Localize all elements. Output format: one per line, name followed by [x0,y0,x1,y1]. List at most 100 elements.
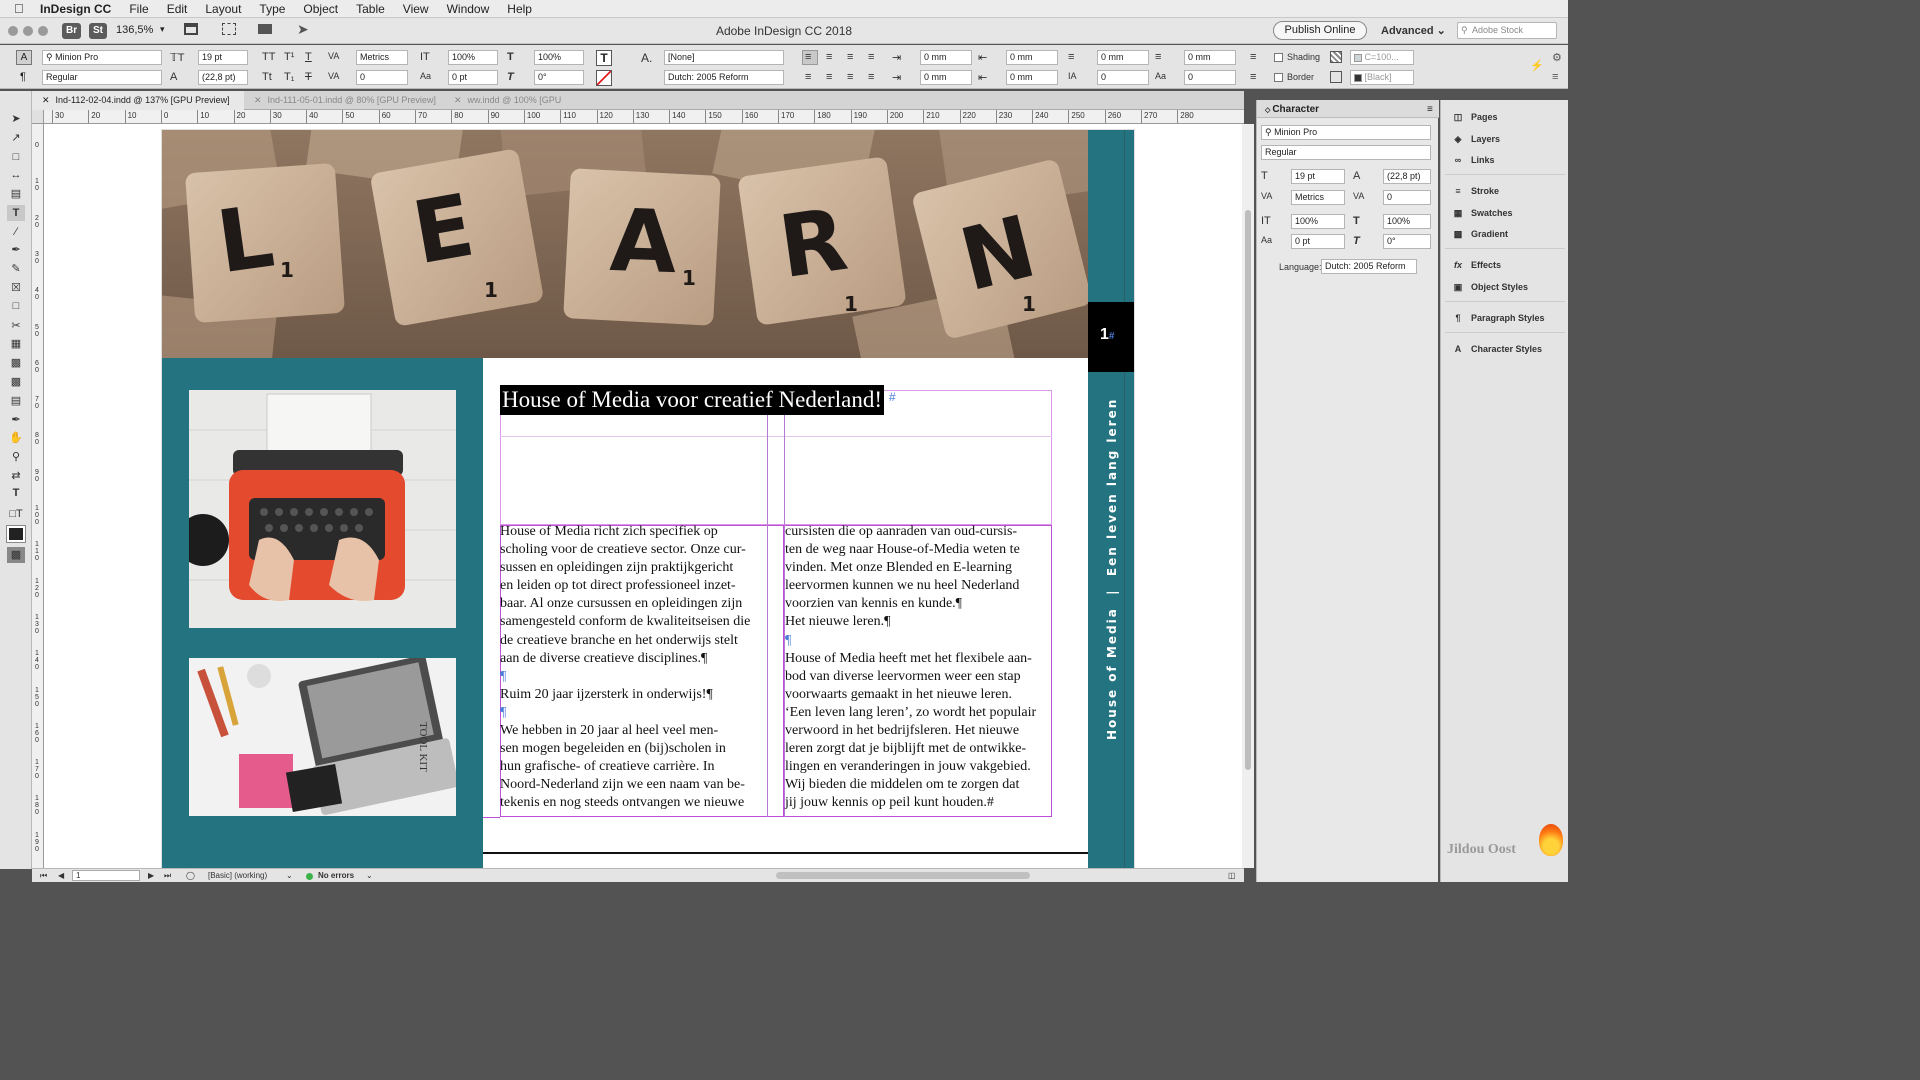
previous-page-icon[interactable]: ◀ [58,869,64,882]
tab-document-3[interactable]: ✕ww.indd @ 100% [GPU Preview] [444,91,594,124]
app-menu[interactable]: InDesign CC [40,2,111,16]
view-options-icon[interactable] [222,23,236,35]
workspace-switcher[interactable]: Advanced ⌄ [1381,18,1446,44]
text-fill-swatch-icon[interactable]: T [596,50,612,66]
close-window-button[interactable] [8,26,18,36]
menu-table[interactable]: Table [356,2,385,16]
heading-selection[interactable]: House of Media voor creatief Nederland! [500,385,884,415]
bridge-button[interactable]: Br [62,23,82,39]
direct-selection-tool-icon[interactable]: ↗ [7,130,25,146]
panel-skew-field[interactable]: 0° [1383,234,1431,249]
justify-all-icon[interactable]: ≡ [868,71,874,83]
justify-center-icon[interactable]: ≡ [826,71,832,83]
gap-tool-icon[interactable]: ↔ [7,167,25,183]
screen-mode-tool-icon[interactable]: ▩ [7,547,25,563]
kerning-field[interactable]: Metrics [356,50,408,65]
gpu-rocket-icon[interactable]: ➤ [297,21,309,38]
baseline-shift-field[interactable]: 0 pt [448,70,498,85]
space-before-field[interactable]: 0 mm [1097,50,1149,65]
skew-field[interactable]: 0° [534,70,584,85]
last-page-icon[interactable]: ⏭ [164,869,171,882]
note-tool-icon[interactable]: ▤ [7,393,25,409]
vertical-scale-field[interactable]: 100% [448,50,498,65]
font-size-field[interactable]: 19 pt [198,50,248,65]
zoom-dropdown-icon[interactable]: ▾ [160,24,165,35]
panel-language-field[interactable]: Dutch: 2005 Reform [1321,259,1417,274]
open-page-icon[interactable]: ◯ [186,869,195,882]
menu-file[interactable]: File [129,2,148,16]
stock-button[interactable]: St [89,23,107,39]
menu-layout[interactable]: Layout [205,2,241,16]
justify-icon[interactable]: ≡ [868,51,874,63]
chevron-down-icon[interactable]: ⌄ [286,869,293,882]
laptop-desk-image[interactable]: TOOL KIT [189,658,456,816]
space-after-field[interactable]: 0 mm [1184,50,1236,65]
panel-font-family-field[interactable]: ⚲ Minion Pro [1261,125,1431,140]
align-right-icon[interactable]: ≡ [847,51,853,63]
border-checkbox[interactable] [1274,73,1283,82]
publish-online-button[interactable]: Publish Online [1273,21,1367,40]
line-tool-icon[interactable]: ∕ [7,224,25,240]
content-collector-icon[interactable]: ▤ [7,186,25,202]
menu-type[interactable]: Type [259,2,285,16]
dock-character-styles[interactable]: A Character Styles [1451,341,1542,357]
vertical-ruler[interactable]: 0 10 20 30 40 50 60 70 80 90 100 110 120 130 140 150 160… [32,124,44,868]
text-stroke-swatch-icon[interactable] [596,70,612,86]
panel-horizontal-scale-field[interactable]: 100% [1383,214,1431,229]
panel-font-style-field[interactable]: Regular [1261,145,1431,160]
fill-swatch-icon[interactable] [6,525,26,543]
page-tool-icon[interactable]: □ [7,149,25,165]
first-line-indent-field[interactable]: 0 mm [920,70,972,85]
superscript-icon[interactable]: T¹ [284,51,294,63]
subscript-icon[interactable]: T₁ [284,71,294,83]
rectangle-tool-icon[interactable]: □ [7,298,25,314]
bullets-icon[interactable]: ≡ [1250,51,1256,63]
document-canvas[interactable]: L 1 E 1 A 1 R 1 N 1 1# House of Media | … [44,124,1242,868]
numbering-icon[interactable]: ≡ [1250,71,1256,83]
vertical-scrollbar[interactable] [1242,124,1254,868]
split-window-icon[interactable]: ◫ [1228,869,1236,882]
apple-icon[interactable]:  [14,1,32,16]
language-field[interactable]: Dutch: 2005 Reform [664,70,784,85]
page-heading[interactable]: House of Media voor creatief Nederland! [502,387,882,412]
pencil-tool-icon[interactable]: ✎ [7,261,25,277]
gradient-swatch-tool-icon[interactable]: ▩ [7,355,25,371]
drop-cap-lines-field[interactable]: 0 [1097,70,1149,85]
close-tab-icon[interactable]: ✕ [42,95,50,105]
dock-effects[interactable]: fx Effects [1451,257,1501,273]
dock-links[interactable]: ∞ Links [1451,152,1495,168]
dock-gradient[interactable]: ▩ Gradient [1451,226,1508,242]
menu-window[interactable]: Window [447,2,490,16]
formatting-affects-text-icon[interactable]: T [7,485,25,501]
next-page-icon[interactable]: ▶ [148,869,154,882]
arrange-documents-icon[interactable] [258,24,272,34]
underline-icon[interactable]: T [305,51,312,63]
free-transform-tool-icon[interactable]: ▦ [7,336,25,352]
type-tool-icon[interactable]: T [7,205,25,221]
horizontal-scale-field[interactable]: 100% [534,50,584,65]
preflight-errors[interactable]: No errors [318,869,354,882]
close-tab-icon[interactable]: ✕ [454,95,462,105]
quick-apply-icon[interactable]: ⚡ [1530,59,1544,72]
tracking-field[interactable]: 0 [356,70,408,85]
scissors-tool-icon[interactable]: ✂ [7,318,25,334]
border-settings-icon[interactable] [1330,71,1342,83]
right-indent-field[interactable]: 0 mm [1006,50,1058,65]
all-caps-icon[interactable]: TT [262,51,275,63]
panel-menu-icon[interactable]: ≡ [1427,104,1433,115]
font-family-field[interactable]: ⚲ Minion Pro [42,50,162,65]
vertical-scroll-thumb[interactable] [1245,210,1251,770]
pen-tool-icon[interactable]: ✒ [7,242,25,258]
page-number-field[interactable]: 1 [72,870,140,881]
typewriter-image[interactable] [189,390,456,628]
panel-kerning-field[interactable]: Metrics [1291,190,1345,205]
panel-baseline-field[interactable]: 0 pt [1291,234,1345,249]
drop-cap-chars-field[interactable]: 0 [1184,70,1236,85]
selection-tool-icon[interactable]: ➤ [7,111,25,127]
character-formatting-icon[interactable]: A [16,50,32,65]
small-caps-icon[interactable]: Tt [262,71,272,83]
shading-settings-icon[interactable] [1330,51,1342,63]
container-text-toggle-icon[interactable]: □T [7,506,25,522]
ruler-origin[interactable] [32,110,44,124]
leading-field[interactable]: (22,8 pt) [198,70,248,85]
